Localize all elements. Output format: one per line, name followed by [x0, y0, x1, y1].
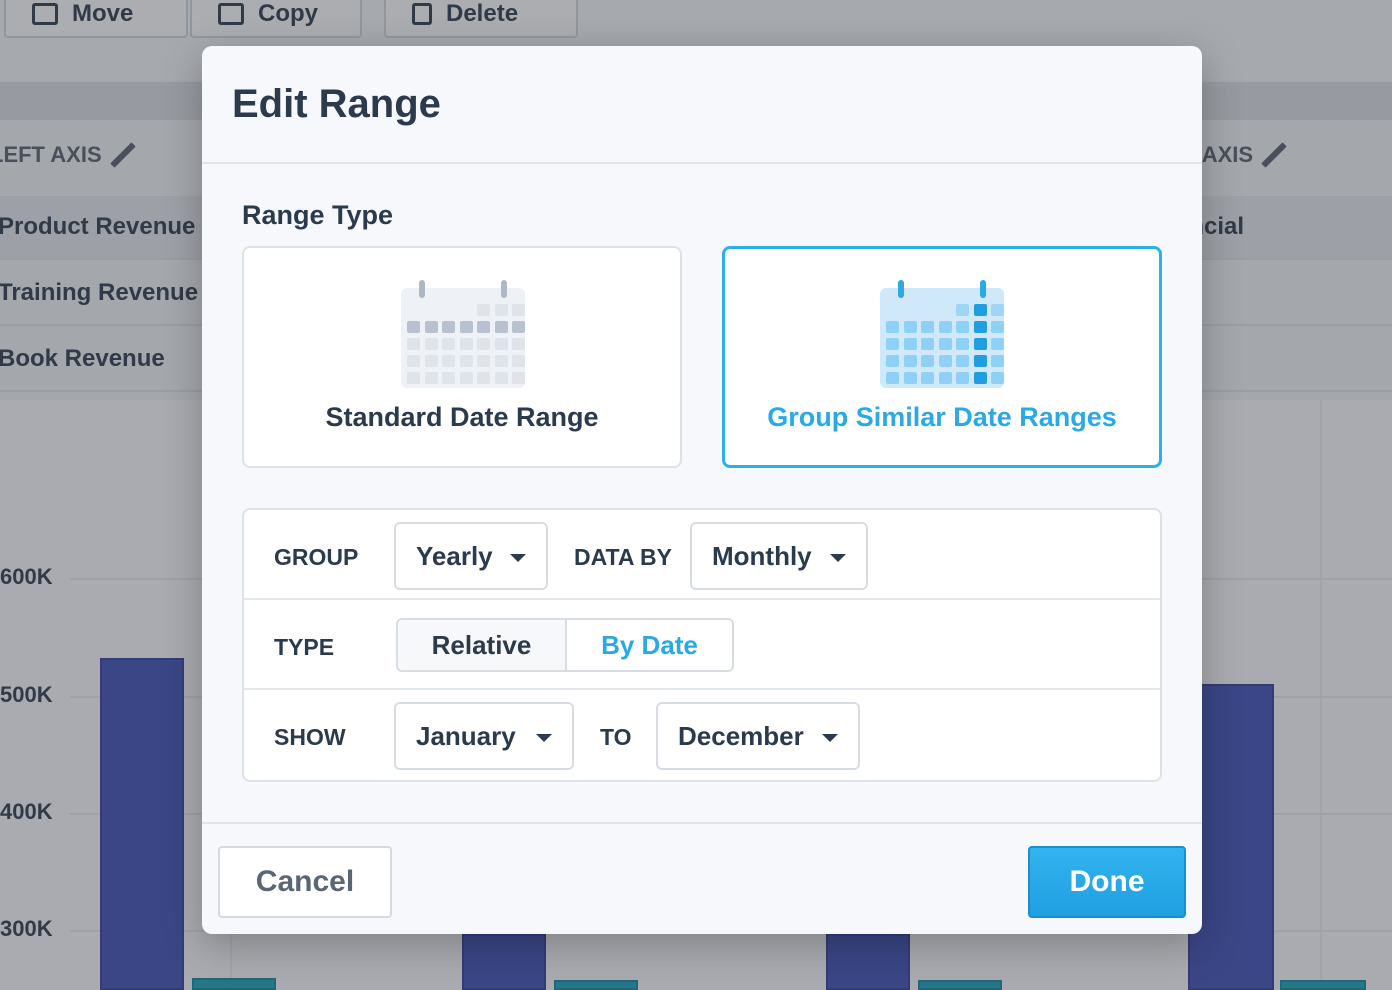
group-select[interactable]: Yearly [394, 522, 548, 590]
standard-date-range-card[interactable]: Standard Date Range [242, 246, 682, 468]
group-similar-date-ranges-label: Group Similar Date Ranges [767, 402, 1117, 432]
calendar-grouped-icon [880, 280, 1004, 388]
group-row: GROUP Yearly DATA BY Monthly [244, 510, 1160, 600]
show-to-select[interactable]: December [656, 702, 860, 770]
calendar-icon [401, 280, 525, 388]
type-row: TYPE Relative By Date [244, 600, 1160, 690]
dialog-title: Edit Range [232, 81, 441, 126]
type-option-relative[interactable]: Relative [398, 620, 567, 670]
group-similar-date-ranges-card[interactable]: Group Similar Date Ranges [722, 246, 1162, 468]
data-by-select[interactable]: Monthly [690, 522, 868, 590]
show-label: SHOW [274, 724, 346, 750]
type-label: TYPE [274, 634, 335, 660]
chevron-down-icon [536, 734, 552, 742]
chevron-down-icon [510, 554, 526, 562]
to-label: TO [600, 724, 632, 750]
standard-date-range-label: Standard Date Range [325, 402, 599, 432]
show-from-value: January [416, 720, 516, 751]
show-to-value: December [678, 720, 804, 751]
show-from-select[interactable]: January [394, 702, 574, 770]
show-row: SHOW January TO December [244, 690, 1160, 780]
data-by-label: DATA BY [574, 544, 672, 570]
type-option-by-date[interactable]: By Date [567, 620, 732, 670]
range-options-panel: GROUP Yearly DATA BY Monthly TYPE Relati… [242, 508, 1162, 782]
done-button[interactable]: Done [1028, 846, 1186, 918]
group-select-value: Yearly [416, 540, 493, 571]
cancel-button[interactable]: Cancel [218, 846, 392, 918]
type-segmented-control: Relative By Date [396, 618, 734, 672]
dialog-footer: Cancel Done [202, 822, 1202, 934]
edit-range-dialog: Edit Range Range Type Standard Date Rang… [202, 46, 1202, 934]
chevron-down-icon [830, 554, 846, 562]
data-by-select-value: Monthly [712, 540, 812, 571]
chevron-down-icon [822, 734, 838, 742]
group-label: GROUP [274, 544, 359, 570]
dialog-header: Edit Range [202, 46, 1202, 164]
range-type-label: Range Type [242, 200, 394, 230]
